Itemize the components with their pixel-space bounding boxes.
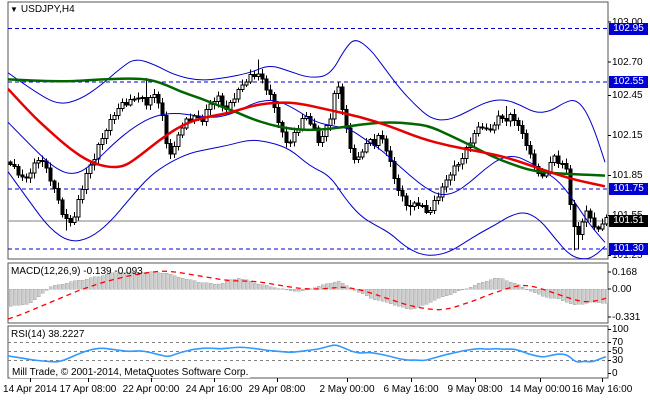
rsi-indicator-label: RSI(14) 38.2227 (11, 329, 84, 340)
copyright-text: Mill Trade, © 2001-2014, MetaQuotes Soft… (10, 367, 251, 378)
symbol-label[interactable]: ▼ USDJPY,H4 (10, 4, 75, 15)
rsi-value: 38.2227 (48, 329, 85, 340)
chart-window: 103.00 102.70 102.45 102.15 101.85 101.55 101.… (0, 0, 650, 400)
macd-name: MACD(12,26,9) (11, 266, 81, 277)
rsi-name: RSI(14) (11, 329, 46, 340)
chart-canvas (7, 1, 611, 382)
macd-values: -0.139 -0.093 (83, 266, 143, 277)
macd-indicator-label: MACD(12,26,9) -0.139 -0.093 (11, 266, 143, 277)
symbol-text: USDJPY,H4 (20, 4, 75, 15)
symbol-dropdown-icon[interactable]: ▼ (10, 5, 18, 14)
panel-frames (7, 1, 609, 379)
